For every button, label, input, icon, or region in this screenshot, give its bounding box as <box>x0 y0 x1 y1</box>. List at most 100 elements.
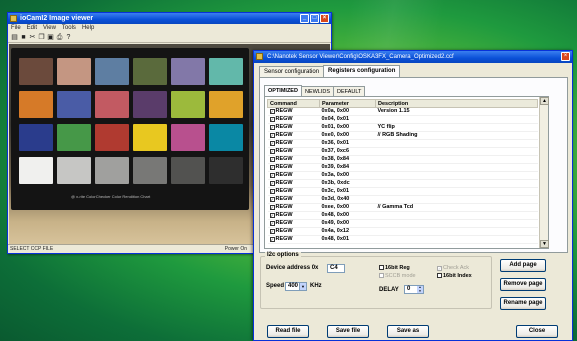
tab-sensor-configuration[interactable]: Sensor configuration <box>259 66 325 77</box>
speed-label: Speed <box>266 283 285 289</box>
scroll-down-icon[interactable]: ▼ <box>540 240 549 248</box>
table-row[interactable]: ✓ REGW 0x48, 0x01 <box>267 235 538 244</box>
row-checkbox-icon[interactable]: ✓ <box>269 173 275 178</box>
color-patch <box>57 58 91 85</box>
menu-file[interactable]: File <box>11 24 21 33</box>
cell-command: ✓ REGW <box>267 211 320 220</box>
table-row[interactable]: ✓ REGW 0x39, 0x84 <box>267 163 538 172</box>
table-row[interactable]: ✓ REGW 0x3b, 0xdc <box>267 179 538 188</box>
row-checkbox-icon[interactable]: ✓ <box>269 189 275 194</box>
registers-panel: OPTIMIZED NEWLIDS DEFAULT Command Parame… <box>259 77 568 253</box>
scroll-up-icon[interactable]: ▲ <box>540 97 549 105</box>
table-row[interactable]: ✓ REGW 0x36, 0x01 <box>267 139 538 148</box>
tab-default[interactable]: DEFAULT <box>333 86 366 96</box>
chk-16bit-index[interactable]: 16bit Index <box>437 273 472 279</box>
tab-registers-configuration[interactable]: Registers configuration <box>323 65 401 77</box>
table-row[interactable]: ✓ REGW 0x3c, 0x01 <box>267 187 538 196</box>
table-row[interactable]: ✓ REGW 0x3a, 0x00 <box>267 171 538 180</box>
help-icon[interactable]: ? <box>65 34 72 41</box>
rename-page-button[interactable]: Rename page <box>500 297 546 310</box>
chk-16bit-reg-label: 16bit Reg <box>385 265 410 271</box>
table-row[interactable]: ✓ REGW 0x4a, 0x12 <box>267 227 538 236</box>
cell-parameter: 0x48, 0x01 <box>319 235 376 244</box>
chevron-down-icon[interactable]: ▼ <box>299 283 306 290</box>
delay-input[interactable]: 0 ▲ ▼ <box>404 285 424 294</box>
chk-check-ack[interactable]: ✓ Check Ack <box>437 265 469 271</box>
print-icon[interactable]: ⎙ <box>56 34 63 41</box>
chk-sccb-mode[interactable]: SCCB mode <box>379 273 416 279</box>
tab-optimized[interactable]: OPTIMIZED <box>264 85 302 96</box>
status-power: Power On <box>224 246 247 252</box>
speed-select[interactable]: 400 ▼ <box>285 282 307 291</box>
dialog-titlebar[interactable]: C:\Nanotek Sensor Viewer\Config\OSKA3FX_… <box>254 51 572 63</box>
cell-command: ✓ REGW <box>267 139 320 148</box>
table-row[interactable]: ✓ REGW 0xe0, 0x00// RGB Shading <box>267 131 538 140</box>
cell-parameter: 0x3b, 0xdc <box>319 179 376 188</box>
color-patch <box>171 157 205 184</box>
row-checkbox-icon[interactable]: ✓ <box>269 221 275 226</box>
color-patch <box>209 157 243 184</box>
dialog-close-icon[interactable]: × <box>561 52 570 61</box>
color-patch <box>209 58 243 85</box>
copy-icon[interactable]: ❐ <box>38 34 45 41</box>
cut-icon[interactable]: ✂ <box>29 34 36 41</box>
table-scrollbar[interactable]: ▲ ▼ <box>539 97 549 248</box>
row-checkbox-icon[interactable]: ✓ <box>269 165 275 170</box>
row-checkbox-icon[interactable]: ✓ <box>269 125 275 130</box>
menu-tools[interactable]: Tools <box>62 24 76 33</box>
table-row[interactable]: ✓ REGW 0x0a, 0x00 Version 1.15 <box>267 107 538 116</box>
table-row[interactable]: ✓ REGW 0x3d, 0x40 <box>267 195 538 204</box>
row-checkbox-icon[interactable]: ✓ <box>269 197 275 202</box>
read-file-button[interactable]: Read file <box>267 325 309 338</box>
save-icon[interactable]: ■ <box>20 34 27 41</box>
menu-view[interactable]: View <box>43 24 56 33</box>
minimize-button[interactable]: _ <box>300 14 309 23</box>
table-row[interactable]: ✓ REGW 0x48, 0x00 <box>267 211 538 220</box>
row-checkbox-icon[interactable]: ✓ <box>269 181 275 186</box>
table-row[interactable]: ✓ REGW 0xee, 0x00// Gamma Tcd <box>267 203 538 212</box>
row-checkbox-icon[interactable]: ✓ <box>269 157 275 162</box>
row-checkbox-icon[interactable]: ✓ <box>269 213 275 218</box>
save-file-button[interactable]: Save file <box>327 325 369 338</box>
close-button[interactable]: Close <box>516 325 558 338</box>
row-checkbox-icon[interactable]: ✓ <box>269 141 275 146</box>
row-checkbox-icon[interactable]: ✓ <box>269 149 275 154</box>
row-checkbox-icon[interactable]: ✓ <box>269 205 275 210</box>
paste-icon[interactable]: ▣ <box>47 34 54 41</box>
command-text: REGW <box>275 204 293 210</box>
col-command[interactable]: Command <box>267 99 320 108</box>
maximize-button[interactable]: □ <box>310 14 319 23</box>
row-checkbox-icon[interactable]: ✓ <box>269 117 275 122</box>
menu-edit[interactable]: Edit <box>27 24 37 33</box>
close-window-button[interactable]: × <box>320 14 329 23</box>
table-row[interactable]: ✓ REGW 0x01, 0x00 YC flip <box>267 123 538 132</box>
table-row[interactable]: ✓ REGW 0x38, 0x84 <box>267 155 538 164</box>
cell-description <box>375 211 538 220</box>
table-row[interactable]: ✓ REGW 0x37, 0xc6 <box>267 147 538 156</box>
row-checkbox-icon[interactable]: ✓ <box>269 109 275 114</box>
device-address-input[interactable]: C4 <box>327 264 345 273</box>
command-text: REGW <box>275 172 293 178</box>
spinner-icon[interactable]: ▲ ▼ <box>417 285 423 293</box>
row-checkbox-icon[interactable]: ✓ <box>269 237 275 242</box>
cell-command: ✓ REGW <box>267 131 320 140</box>
tab-newlids[interactable]: NEWLIDS <box>300 86 335 96</box>
image-viewer-titlebar[interactable]: ioCamI2 Image viewer _ □ × <box>8 13 331 24</box>
table-row[interactable]: ✓ REGW 0x49, 0x00 <box>267 219 538 228</box>
color-patch <box>19 58 53 85</box>
command-text: REGW <box>275 148 293 154</box>
open-icon[interactable]: ▤ <box>11 34 18 41</box>
menu-help[interactable]: Help <box>82 24 94 33</box>
cell-command: ✓ REGW <box>267 219 320 228</box>
table-row[interactable]: ✓ REGW 0x04, 0x01 <box>267 115 538 124</box>
chk-16bit-reg[interactable]: 16bit Reg <box>379 265 410 271</box>
col-parameter[interactable]: Parameter <box>319 99 376 108</box>
save-as-button[interactable]: Save as <box>387 325 429 338</box>
remove-page-button[interactable]: Remove page <box>500 278 546 291</box>
row-checkbox-icon[interactable]: ✓ <box>269 133 275 138</box>
add-page-button[interactable]: Add page <box>500 259 546 272</box>
i2c-options-legend: I2c options <box>265 252 301 258</box>
row-checkbox-icon[interactable]: ✓ <box>269 229 275 234</box>
col-description[interactable]: Description <box>375 99 538 108</box>
cell-parameter: 0x49, 0x00 <box>319 219 376 228</box>
